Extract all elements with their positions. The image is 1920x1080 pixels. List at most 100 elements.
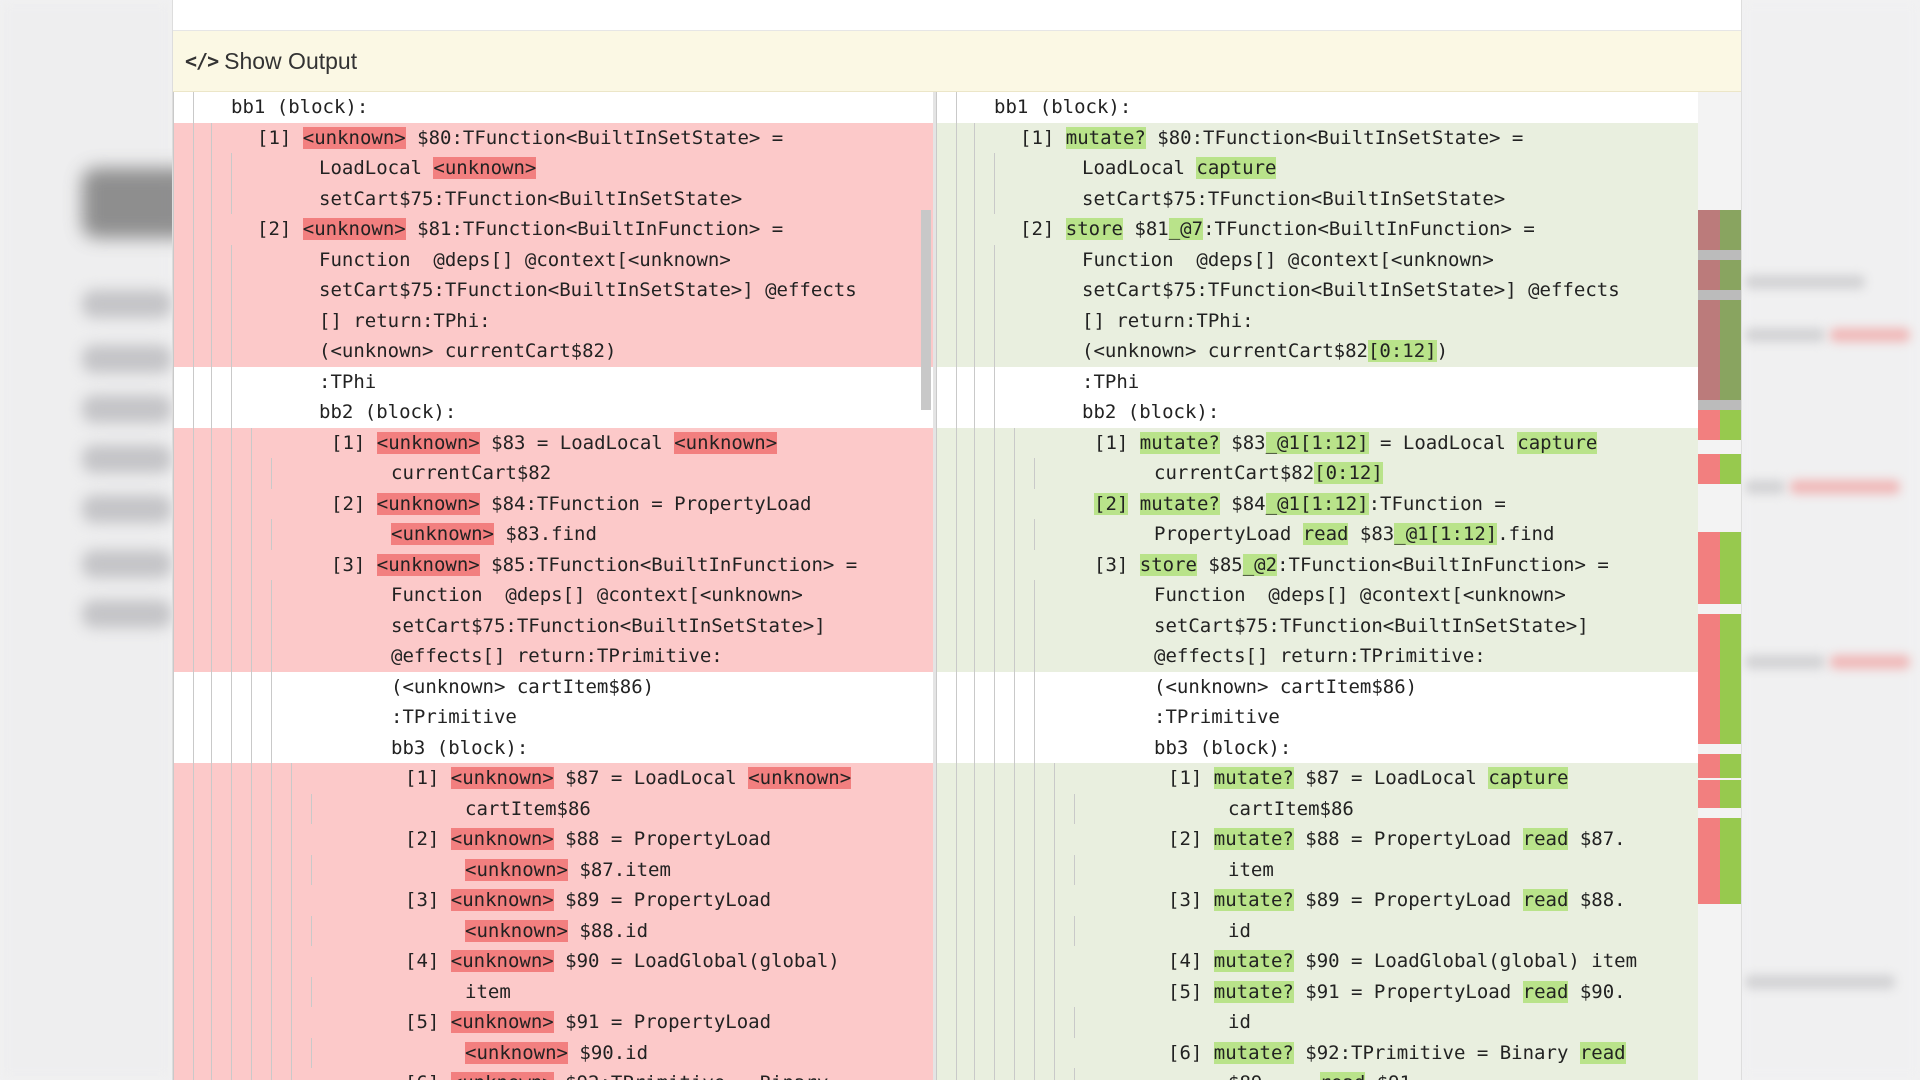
background-text-line xyxy=(82,495,172,523)
indent-guide xyxy=(936,915,937,946)
indent-guide xyxy=(994,336,995,367)
diff-pane-modified[interactable]: bb1 (block): [1] mutate? $80:TFunction<Bu… xyxy=(936,92,1741,1080)
code-token: Function @deps[] @context[<unknown> xyxy=(319,248,731,271)
indent-guide xyxy=(956,366,957,397)
code-token: $90. xyxy=(1568,980,1626,1003)
indent-guide xyxy=(173,732,174,763)
code-token: setCart$75:TFunction<BuiltInSetState> xyxy=(1082,187,1506,210)
indent-guide xyxy=(936,946,937,977)
code-token: $80:TFunction<BuiltInSetState> = xyxy=(405,126,784,149)
diff-highlight: <unknown> xyxy=(450,1011,554,1033)
diff-line: bb3 (block): xyxy=(936,732,1741,763)
indent-guide xyxy=(211,122,212,153)
indent-guide xyxy=(251,580,252,611)
code-token: bb1 (block): xyxy=(231,96,369,118)
indent-guide xyxy=(956,976,957,1007)
code-token: LoadLocal xyxy=(1082,157,1197,179)
indent-guide xyxy=(211,427,212,458)
indent-guide xyxy=(974,854,975,885)
indent-guide xyxy=(936,336,937,367)
indent-guide xyxy=(974,976,975,1007)
indent-guide xyxy=(956,427,957,458)
diff-highlight: <unknown> xyxy=(433,157,537,179)
diff-line-text: [6] <unknown> $92:TPrimitive = Binary xyxy=(405,1068,828,1080)
diff-line: :TPrimitive xyxy=(936,702,1741,733)
indent-guide xyxy=(994,854,995,885)
diff-line-text: @effects[] return:TPrimitive: xyxy=(391,641,723,672)
indent-guide xyxy=(211,1037,212,1068)
indent-guide xyxy=(211,732,212,763)
code-token: $87 = LoadLocal xyxy=(1293,767,1489,789)
show-output-button[interactable]: </> Show Output xyxy=(185,48,357,75)
indent-guide xyxy=(956,793,957,824)
diff-line: [2] <unknown> $88 = PropertyLoad xyxy=(173,824,933,855)
code-token: [5] xyxy=(405,1011,451,1033)
scrollbar-thumb[interactable] xyxy=(921,210,931,410)
indent-guide xyxy=(994,793,995,824)
code-token: cartItem$86 xyxy=(465,797,591,820)
indent-guide xyxy=(193,519,194,550)
indent-guide xyxy=(211,915,212,946)
code-token: Function @deps[] @context[<unknown> xyxy=(1082,248,1494,271)
diff-highlight: <unknown> xyxy=(465,858,568,881)
diff-pane-original[interactable]: bb1 (block): [1] <unknown> $80:TFunction<… xyxy=(173,92,933,1080)
indent-guide xyxy=(311,1037,312,1068)
indent-guide xyxy=(936,1007,937,1038)
indent-guide xyxy=(173,122,174,153)
code-token: (<unknown> currentCart$82 xyxy=(1082,340,1368,362)
diff-line: bb3 (block): xyxy=(173,732,933,764)
diff-line: id xyxy=(936,915,1741,946)
diff-line: item xyxy=(173,976,933,1008)
ruler-removed-mark xyxy=(1698,532,1720,604)
code-token: bb3 (block): xyxy=(391,736,529,759)
indent-guide xyxy=(974,427,975,458)
indent-guide xyxy=(974,183,975,214)
ruler-removed-mark xyxy=(1698,614,1720,744)
indent-guide xyxy=(974,1037,975,1068)
code-token: (<unknown> cartItem$86) xyxy=(1154,675,1418,698)
background-text-line xyxy=(82,395,172,423)
indent-guide xyxy=(231,458,232,489)
code-token: $83 xyxy=(1219,431,1266,454)
indent-guide xyxy=(251,946,252,977)
diff-line: [3] <unknown> $89 = PropertyLoad xyxy=(173,885,933,916)
diff-highlight: [2] xyxy=(1094,492,1129,515)
indent-guide xyxy=(251,641,252,672)
indent-guide xyxy=(173,763,174,794)
indent-guide xyxy=(193,336,194,367)
diff-highlight: <unknown> xyxy=(450,828,554,850)
code-token: item xyxy=(465,980,511,1003)
diff-line-text: setCart$75:TFunction<BuiltInSetState> xyxy=(1082,184,1505,215)
diff-line-text: [1] <unknown> $83 = LoadLocal <unknown> xyxy=(331,428,778,459)
code-token: :TFunction<BuiltInFunction> = xyxy=(1277,553,1609,576)
indent-guide xyxy=(1014,824,1015,855)
code-token: [1] xyxy=(405,767,451,789)
indent-guide xyxy=(193,946,194,977)
indent-guide xyxy=(193,1007,194,1038)
indent-guide xyxy=(994,153,995,184)
diff-line-text: Function @deps[] @context[<unknown> xyxy=(1082,245,1494,276)
code-token: [3] xyxy=(331,553,377,576)
indent-guide xyxy=(1054,885,1055,916)
indent-guide xyxy=(994,397,995,428)
indent-guide xyxy=(231,641,232,672)
diff-line: PropertyLoad read $83_@1[1:12].find xyxy=(936,519,1741,550)
diff-line: Function @deps[] @context[<unknown> xyxy=(173,580,933,611)
diff-line-text: bb3 (block): xyxy=(391,733,528,764)
indent-guide xyxy=(974,1007,975,1038)
ruler-viewport-indicator[interactable] xyxy=(1698,210,1741,410)
diff-line: [] return:TPhi: xyxy=(173,305,933,336)
indent-guide xyxy=(231,610,232,641)
overview-ruler[interactable] xyxy=(1698,92,1741,1080)
code-token: $83.find xyxy=(493,523,597,545)
diff-line: [2] store $81_@7:TFunction<BuiltInFuncti… xyxy=(936,214,1741,245)
indent-guide xyxy=(974,244,975,275)
indent-guide xyxy=(231,732,232,763)
diff-line-text: :TPrimitive xyxy=(1154,702,1280,733)
indent-guide xyxy=(936,153,937,184)
indent-guide xyxy=(231,519,232,550)
diff-line-text: setCart$75:TFunction<BuiltInSetState>] @… xyxy=(1082,275,1620,306)
diff-line-text: item xyxy=(465,977,511,1008)
code-token: $84:TFunction = PropertyLoad xyxy=(479,492,812,515)
diff-line-text: [3] store $85_@2:TFunction<BuiltInFuncti… xyxy=(1094,550,1609,581)
